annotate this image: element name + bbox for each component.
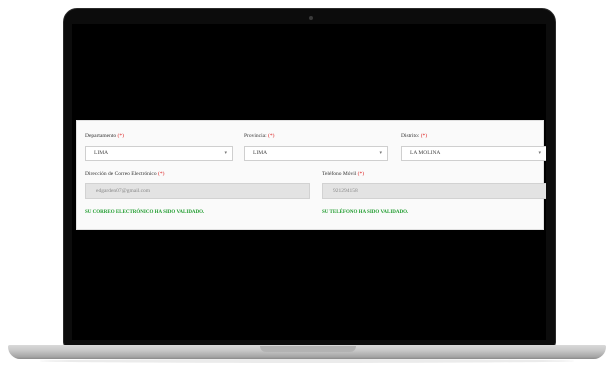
required-marker: (*) xyxy=(158,171,165,177)
camera-icon xyxy=(309,16,313,20)
provincia-select[interactable]: LIMA ▾ xyxy=(244,146,388,161)
required-marker: (*) xyxy=(267,133,275,139)
required-marker: (*) xyxy=(420,133,428,139)
laptop-shadow xyxy=(40,359,574,363)
laptop-opening-notch xyxy=(260,346,356,352)
phone-label-text: Teléfono Móvil xyxy=(322,171,357,177)
provincia-label-text: Provincia: xyxy=(244,133,267,139)
chevron-down-icon: ▾ xyxy=(538,151,541,156)
phone-label: Teléfono Móvil (*) xyxy=(322,171,364,177)
email-label-text: Dirección de Correo Electrónico xyxy=(85,171,157,177)
phone-value: 921294158 xyxy=(333,188,358,194)
chevron-down-icon: ▾ xyxy=(224,151,227,156)
laptop-screen: Departamento (*) LIMA ▾ Provincia: (*) L… xyxy=(72,24,546,340)
chevron-down-icon: ▾ xyxy=(379,151,382,156)
provincia-value: LIMA xyxy=(253,150,268,156)
email-label: Dirección de Correo Electrónico (*) xyxy=(85,171,164,177)
departamento-select[interactable]: LIMA ▾ xyxy=(85,146,233,161)
address-contact-form: Departamento (*) LIMA ▾ Provincia: (*) L… xyxy=(76,120,546,230)
required-marker: (*) xyxy=(117,133,124,139)
email-validated-message: SU CORREO ELECTRÓNICO HA SIDO VALIDADO. xyxy=(85,210,205,215)
distrito-label: Distrito: (*) xyxy=(401,133,427,139)
email-value: edgarden07@gmail.com xyxy=(96,188,151,194)
distrito-label-text: Distrito: xyxy=(401,133,420,139)
distrito-value: LA MOLINA xyxy=(410,150,441,156)
required-marker: (*) xyxy=(357,171,365,177)
departamento-label-text: Departamento xyxy=(85,133,117,139)
email-field[interactable]: edgarden07@gmail.com xyxy=(85,183,310,199)
provincia-label: Provincia: (*) xyxy=(244,133,274,139)
phone-field[interactable]: 921294158 xyxy=(322,183,546,199)
phone-validated-message: SU TELÉFONO HA SIDO VALIDADO. xyxy=(322,210,409,215)
distrito-select[interactable]: LA MOLINA ▾ xyxy=(401,146,546,161)
departamento-value: LIMA xyxy=(94,150,109,156)
departamento-label: Departamento (*) xyxy=(85,133,124,139)
